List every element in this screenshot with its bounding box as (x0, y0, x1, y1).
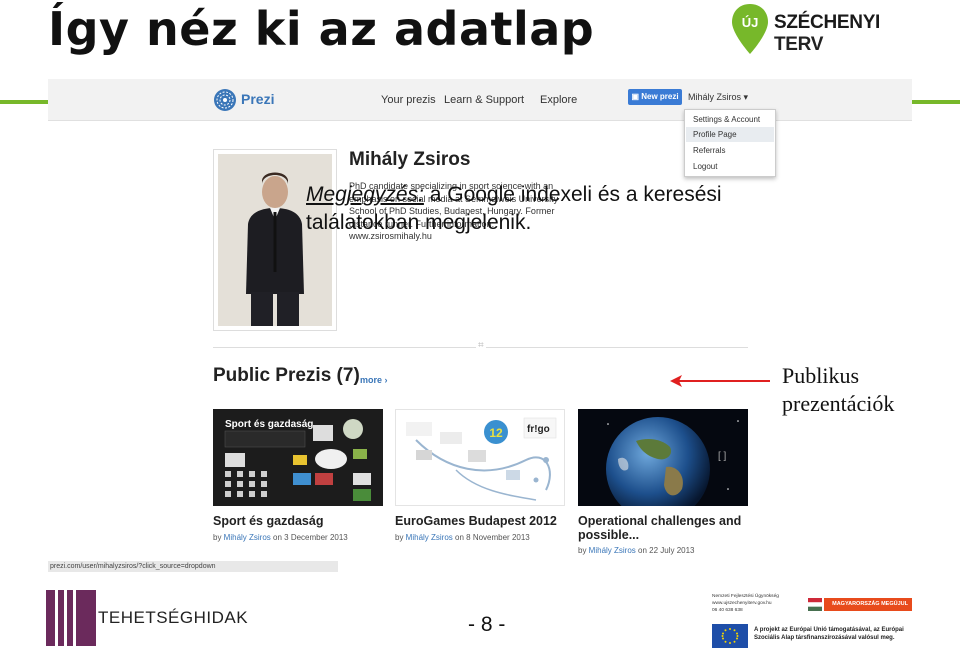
prezi-meta-sport: by Mihály Zsiros on 3 December 2013 (213, 533, 348, 542)
svg-text:[ ]: [ ] (718, 451, 727, 462)
svg-text:12: 12 (489, 426, 503, 440)
nfu-name: Nemzeti Fejlesztési Ügynökség (712, 594, 779, 599)
dropdown-logout[interactable]: Logout (693, 162, 717, 171)
profile-photo (218, 154, 332, 326)
green-bar-left (0, 100, 48, 104)
profile-name: Mihály Zsiros (349, 149, 471, 170)
nfu-phone: 06 40 638 638 (712, 608, 743, 613)
prezi-title-sport[interactable]: Sport és gazdaság (213, 514, 323, 528)
eu-funding-text: A projekt az Európai Unió támogatásával,… (754, 627, 904, 641)
user-dropdown-menu: Settings & Account Profile Page Referral… (684, 109, 776, 177)
prezi-meta-eurogames: by Mihály Zsiros on 8 November 2013 (395, 533, 530, 542)
map-pin-icon: ÚJ (732, 4, 768, 54)
more-link[interactable]: more › (360, 375, 388, 385)
author-link[interactable]: Mihály Zsiros (589, 546, 636, 555)
prezi-title-eurogames[interactable]: EuroGames Budapest 2012 (395, 514, 557, 528)
dropdown-settings[interactable]: Settings & Account (693, 115, 760, 124)
slide-title: Így néz ki az adatlap (48, 2, 595, 56)
svg-text:fr!go: fr!go (527, 424, 550, 435)
dropdown-referrals[interactable]: Referrals (693, 146, 725, 155)
side-label-public-prezis: Publikus prezentációk (782, 363, 895, 416)
magyarorszag-megujul-bar: MAGYARORSZÁG MEGÚJUL (824, 598, 912, 611)
dropdown-profile-page[interactable]: Profile Page (693, 130, 737, 139)
public-prezis-title: Public Prezis (7) (213, 365, 360, 386)
pin-text: ÚJ (742, 15, 759, 30)
prezi-meta-operational: by Mihály Zsiros on 22 July 2013 (578, 546, 695, 555)
svg-text:Sport és gazdaság: Sport és gazdaság (225, 419, 313, 430)
szechenyi-terv-text: SZÉCHENYI TERV (774, 12, 881, 55)
green-bar-right (912, 100, 960, 104)
red-arrow-icon (670, 375, 770, 387)
nav-your-prezis[interactable]: Your prezis (381, 94, 436, 106)
hungarian-flag-icon (808, 598, 822, 611)
nav-explore[interactable]: Explore (540, 94, 577, 106)
page-number: - 8 - (468, 613, 506, 636)
author-link[interactable]: Mihály Zsiros (224, 533, 271, 542)
user-menu[interactable]: Mihály Zsiros ▾ (688, 92, 748, 103)
eu-flag-icon (712, 624, 748, 648)
prezi-thumbnail-eurogames[interactable]: 12 fr!go (395, 409, 565, 506)
note-text: Megjegyzés: a Google indexeli és a keres… (306, 181, 746, 237)
tehetseghidak-logo (46, 590, 96, 646)
eu-funding-block: Nemzeti Fejlesztési Ügynökség www.ujszec… (712, 592, 912, 652)
prezi-thumbnail-operational[interactable]: [ ] (578, 409, 748, 506)
prezi-profile-screenshot: Prezi Your prezis Learn & Support Explor… (48, 79, 912, 579)
tehetseghidak-text: TEHETSÉGHIDAK (98, 608, 249, 627)
nfu-url: www.ujszechenyiterv.gov.hu (712, 601, 772, 606)
nav-learn-support[interactable]: Learn & Support (444, 94, 524, 106)
status-bar-url: prezi.com/user/mihalyzsiros/?click_sourc… (48, 561, 338, 572)
szechenyi-terv-logo: ÚJ SZÉCHENYI TERV (730, 2, 920, 60)
prezi-topbar: Prezi Your prezis Learn & Support Explor… (48, 79, 912, 121)
prezi-brand[interactable]: Prezi (241, 91, 274, 107)
person-silhouette (218, 154, 332, 326)
note-label: Megjegyzés: (306, 183, 424, 206)
prezi-logo-icon[interactable] (213, 88, 237, 112)
prezi-title-operational[interactable]: Operational challenges and possible... (578, 514, 753, 542)
new-prezi-button[interactable]: ▣ New prezi (628, 89, 682, 105)
plus-icon: ▣ (631, 92, 642, 101)
tehetseghidak-pillars-icon (46, 590, 96, 646)
prezi-thumbnail-sport[interactable]: Sport és gazdaság (213, 409, 383, 506)
divider-mark: ⌗ (476, 340, 486, 351)
author-link[interactable]: Mihály Zsiros (406, 533, 453, 542)
